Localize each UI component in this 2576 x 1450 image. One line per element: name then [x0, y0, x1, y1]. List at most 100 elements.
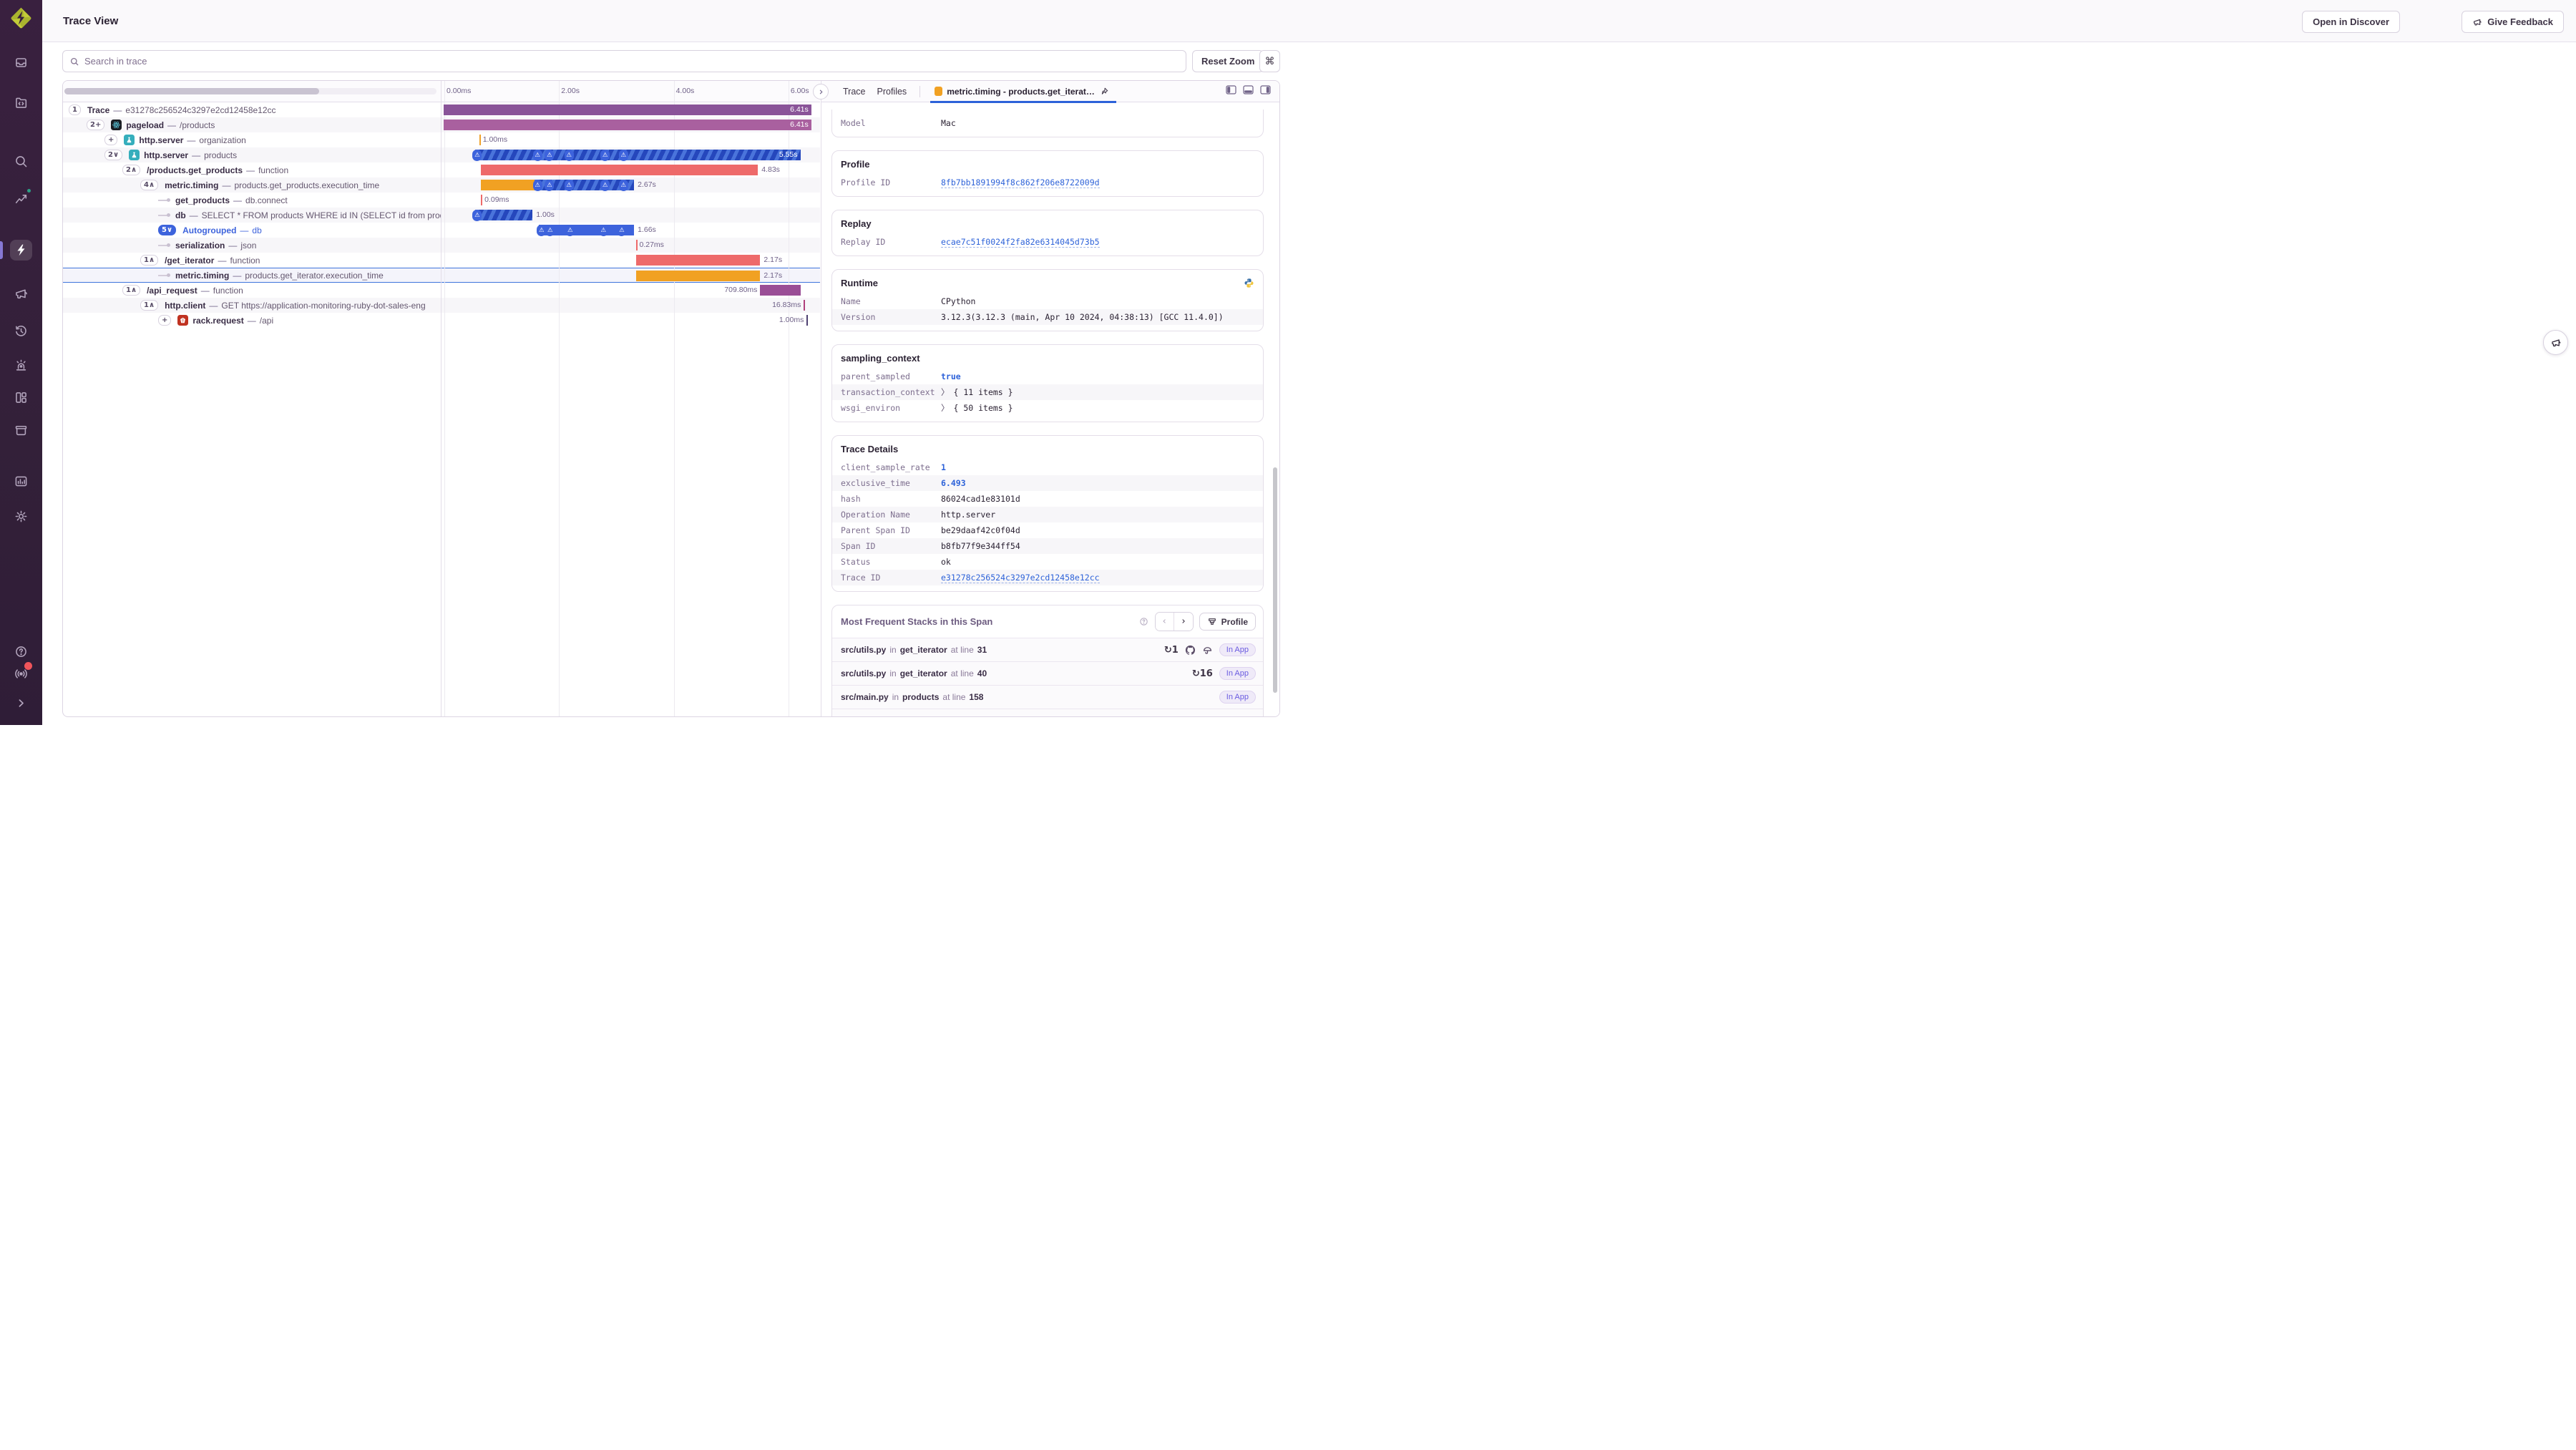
- expand-collapse-chip[interactable]: 5∨: [158, 225, 177, 235]
- span-row[interactable]: 2∧/products.get_products — function 4.83s: [63, 162, 820, 177]
- next-stack-button[interactable]: [1174, 613, 1193, 631]
- give-feedback-button[interactable]: Give Feedback: [2462, 11, 2564, 33]
- bar-stats-icon[interactable]: [14, 474, 29, 489]
- called-from-row[interactable]: Called from:flask/app.pyinFlask.dispatch…: [832, 709, 1263, 716]
- search-icon[interactable]: [14, 154, 29, 169]
- span-row[interactable]: 1∧ http.client — GET https://application-mo…: [63, 298, 820, 313]
- open-in-discover-button[interactable]: Open in Discover: [2302, 11, 2400, 33]
- tree-scrollbar-thumb[interactable]: [64, 88, 319, 94]
- span-row[interactable]: + rack.request —/api 1.00ms: [63, 313, 820, 328]
- layout-bottom-icon[interactable]: [1243, 84, 1254, 98]
- key-value-row: transaction_context 〉{ 11 items }: [832, 384, 1263, 400]
- tab-trace[interactable]: Trace: [837, 87, 872, 97]
- inbox-icon[interactable]: [14, 55, 29, 70]
- value-link[interactable]: ecae7c51f0024f2fa82e6314045d73b5: [941, 237, 1100, 248]
- command-shortcut-button[interactable]: ⌘: [1259, 50, 1280, 72]
- help-icon[interactable]: [1138, 616, 1149, 627]
- expand-collapse-chip[interactable]: +: [158, 315, 172, 326]
- search-bar[interactable]: [62, 50, 1186, 72]
- history-clock-icon[interactable]: [14, 323, 29, 339]
- reset-zoom-button[interactable]: Reset Zoom: [1192, 50, 1264, 72]
- expand-collapse-chip[interactable]: 2+: [87, 120, 105, 130]
- tab-profiles[interactable]: Profiles: [872, 87, 913, 97]
- expand-collapse-chip[interactable]: 1∧: [122, 285, 141, 296]
- sentry-logo[interactable]: [8, 5, 34, 31]
- duration-bar[interactable]: [475, 210, 533, 220]
- value-text: b8fb77f9e344ff54: [941, 541, 1020, 551]
- in-app-badge: In App: [1219, 643, 1256, 656]
- expand-collapse-chip[interactable]: +: [104, 135, 118, 145]
- duration-label: 4.83s: [761, 165, 780, 174]
- duration-bar[interactable]: [481, 165, 758, 175]
- search-input[interactable]: [84, 56, 1179, 67]
- pin-icon[interactable]: [1099, 87, 1109, 97]
- duration-tick[interactable]: [635, 240, 638, 250]
- value-link[interactable]: 8fb7bb1891994f8c862f206e8722009d: [941, 177, 1100, 188]
- warning-icon: ⚠: [600, 179, 610, 191]
- sampling-context-card: sampling_context parent_sampled true transa…: [831, 344, 1264, 422]
- stack-frame-row[interactable]: src/utils.py in get_iterator at line 31 ↻1 In …: [832, 638, 1263, 661]
- span-row[interactable]: 5∨ Autogrouped — db 1.66s ⚠ ⚠ ⚠ ⚠ ⚠: [63, 223, 820, 238]
- expand-chevron-icon[interactable]: 〉: [941, 402, 950, 414]
- span-op: http.server: [144, 150, 189, 160]
- tab-active-span[interactable]: metric.timing - products.get_iterat…: [927, 81, 1116, 103]
- span-description: organization: [199, 135, 246, 145]
- panel-collapse-button[interactable]: [813, 84, 829, 99]
- layout-left-icon[interactable]: [1226, 84, 1236, 98]
- prev-stack-button[interactable]: [1155, 613, 1174, 631]
- gear-icon[interactable]: [14, 509, 29, 524]
- expand-collapse-chip[interactable]: 1: [69, 104, 81, 115]
- duration-tick[interactable]: [806, 315, 809, 326]
- key-value-row: wsgi_environ 〉{ 50 items }: [832, 400, 1263, 416]
- duration-bar[interactable]: 5.55s: [475, 150, 801, 160]
- span-row[interactable]: 2∨ http.server — products 5.55s ⚠ ⚠ ⚠ ⚠ ⚠ ⚠: [63, 147, 820, 162]
- span-row[interactable]: db — SELECT * FROM products WHERE id IN (S…: [63, 208, 820, 223]
- profile-card: Profile Profile ID 8fb7bb1891994f8c862f206…: [831, 150, 1264, 197]
- duration-bar[interactable]: 6.41s: [444, 104, 811, 115]
- umbrella-arrow-icon[interactable]: [1202, 645, 1213, 656]
- duration-bar[interactable]: [760, 285, 801, 296]
- megaphone-icon[interactable]: [14, 286, 29, 301]
- duration-tick[interactable]: [479, 135, 481, 145]
- span-row[interactable]: 1 Trace — e31278c256524c3297e2cd12458e12cc 6…: [63, 102, 820, 117]
- duration-tick[interactable]: [804, 300, 806, 311]
- stack-frame-row[interactable]: src/utils.py in get_iterator at line 40 ↻16 In…: [832, 661, 1263, 685]
- tree-horizontal-scrollbar[interactable]: [64, 88, 436, 94]
- details-scrollbar-thumb[interactable]: [1273, 467, 1277, 693]
- archive-box-icon[interactable]: [14, 423, 29, 438]
- lightning-icon[interactable]: [14, 243, 29, 258]
- expand-collapse-chip[interactable]: 2∨: [104, 150, 123, 160]
- expand-collapse-chip[interactable]: 1∧: [140, 300, 159, 311]
- duration-label: 2.67s: [638, 180, 656, 189]
- expand-chevron-icon[interactable]: 〉: [941, 386, 950, 398]
- span-row[interactable]: metric.timing — products.get_iterator.exec…: [63, 268, 820, 283]
- profile-button[interactable]: Profile: [1199, 613, 1256, 631]
- span-row[interactable]: serialization — json 0.27ms: [63, 238, 820, 253]
- floating-feedback-button[interactable]: [2543, 330, 2568, 355]
- duration-tick[interactable]: [481, 195, 483, 205]
- duration-bar[interactable]: [635, 255, 761, 266]
- span-row[interactable]: 4∧ metric.timing — products.get_products.ex…: [63, 177, 820, 193]
- duration-bar[interactable]: [481, 180, 635, 190]
- frame-file: src/utils.py: [841, 645, 887, 655]
- span-row[interactable]: + http.server — organization 1.00ms: [63, 132, 820, 147]
- span-row[interactable]: get_products — db.connect 0.09ms: [63, 193, 820, 208]
- collapse-chevron-icon[interactable]: [14, 696, 29, 711]
- span-row[interactable]: 2+ pageload —/products 6.41s: [63, 117, 820, 132]
- duration-bar[interactable]: [635, 271, 761, 281]
- github-icon[interactable]: [1185, 645, 1196, 656]
- siren-icon[interactable]: [14, 358, 29, 373]
- value-link[interactable]: e31278c256524c3297e2cd12458e12cc: [941, 573, 1100, 583]
- span-row[interactable]: 1∧/api_request — function 709.80ms: [63, 283, 820, 298]
- help-icon[interactable]: [14, 644, 29, 659]
- layout-right-icon[interactable]: [1260, 84, 1271, 98]
- layout-grid-icon[interactable]: [14, 390, 29, 405]
- stack-frame-row[interactable]: src/main.py in products at line 158 In App: [832, 685, 1263, 709]
- expand-collapse-chip[interactable]: 1∧: [140, 255, 159, 266]
- expand-collapse-chip[interactable]: 2∧: [122, 165, 141, 175]
- code-folder-icon[interactable]: [14, 95, 29, 110]
- chart-trend-icon[interactable]: [14, 191, 29, 206]
- expand-collapse-chip[interactable]: 4∧: [140, 180, 159, 190]
- span-row[interactable]: 1∧/get_iterator — function 2.17s: [63, 253, 820, 268]
- duration-bar[interactable]: 6.41s: [444, 120, 811, 130]
